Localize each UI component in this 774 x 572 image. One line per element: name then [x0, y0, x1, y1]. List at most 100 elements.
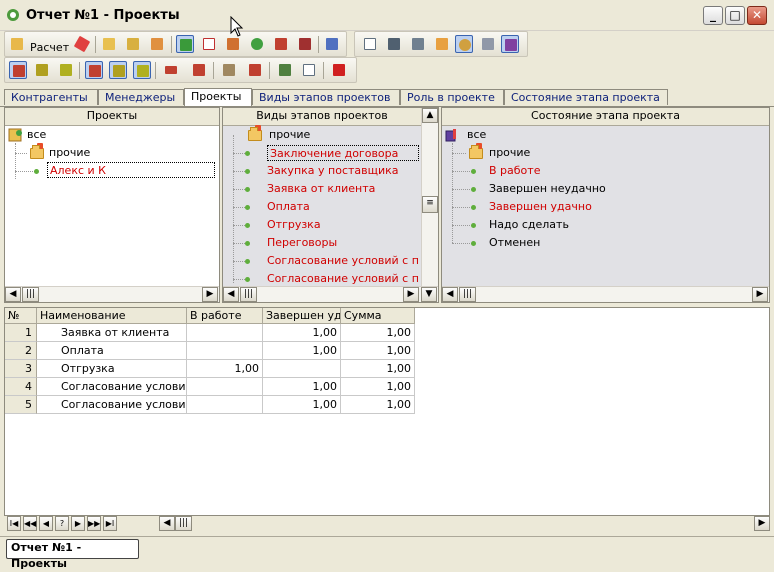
scroll-thumb[interactable]: |||: [22, 287, 39, 302]
done-cell[interactable]: [263, 360, 341, 378]
pie-chart-button[interactable]: [248, 35, 266, 53]
scroll-left-icon[interactable]: ◀: [442, 287, 458, 302]
line-chart-button[interactable]: [200, 35, 218, 53]
grid-mode-3-button[interactable]: [57, 61, 75, 79]
in-work-cell[interactable]: 1,00: [187, 360, 263, 378]
done-cell[interactable]: 1,00: [263, 324, 341, 342]
prev-record-button[interactable]: ◀: [39, 516, 53, 531]
refresh-button[interactable]: [409, 35, 427, 53]
sum-cell[interactable]: 1,00: [341, 378, 415, 396]
scroll-thumb[interactable]: |||: [175, 516, 192, 531]
filter-button[interactable]: [501, 35, 519, 53]
name-cell[interactable]: Согласование условий с: [37, 378, 187, 396]
in-work-cell[interactable]: [187, 378, 263, 396]
scroll-up-icon[interactable]: ▲: [422, 108, 438, 123]
in-work-cell[interactable]: [187, 342, 263, 360]
name-cell[interactable]: Заявка от клиента: [37, 324, 187, 342]
stacked-chart-button[interactable]: [296, 35, 314, 53]
scroll-down-icon[interactable]: ▼: [421, 287, 437, 302]
stage-state-item[interactable]: Отменен: [489, 235, 540, 251]
row-number-cell[interactable]: 4: [5, 378, 37, 396]
done-cell[interactable]: 1,00: [263, 378, 341, 396]
column-chart-button[interactable]: [272, 35, 290, 53]
stage-type-item[interactable]: Согласование условий с пост: [267, 271, 419, 287]
stage-types-hscrollbar[interactable]: ◀ ||| ▶ ▼: [223, 286, 438, 302]
next-record-button[interactable]: ▶: [71, 516, 85, 531]
row-number-cell[interactable]: 3: [5, 360, 37, 378]
rows-mode-2-button[interactable]: [109, 61, 127, 79]
scroll-thumb[interactable]: |||: [459, 287, 476, 302]
stage-type-item[interactable]: Отгрузка: [267, 217, 321, 233]
sum-cell[interactable]: 1,00: [341, 324, 415, 342]
notes-button[interactable]: [433, 35, 451, 53]
taskbar-window-button[interactable]: Отчет №1 - Проекты: [6, 539, 139, 570]
percent-button[interactable]: [323, 35, 341, 53]
tab-stage-state[interactable]: Состояние этапа проекта: [504, 89, 668, 105]
scroll-right-icon[interactable]: ▶: [202, 287, 218, 302]
stage-type-item[interactable]: Закупка у поставщика: [267, 163, 399, 179]
close-button[interactable]: ✕: [747, 6, 767, 25]
sum-cell[interactable]: 1,00: [341, 396, 415, 414]
stage-state-item[interactable]: Завершен удачно: [489, 199, 592, 215]
grid-mode-1-button[interactable]: [9, 61, 27, 79]
help-button[interactable]: ?: [55, 516, 69, 531]
stage-type-item[interactable]: Согласование условий с поку: [267, 253, 419, 269]
edit-button[interactable]: [124, 35, 142, 53]
row-number-cell[interactable]: 5: [5, 396, 37, 414]
scroll-thumb[interactable]: ≡: [422, 196, 438, 213]
grid-mode-2-button[interactable]: [33, 61, 51, 79]
export-button[interactable]: [361, 35, 379, 53]
tree-item-selected[interactable]: Алекс и К: [47, 162, 215, 178]
collapse-button[interactable]: [162, 61, 180, 79]
window-button[interactable]: [479, 35, 497, 53]
first-record-button[interactable]: I◀: [7, 516, 21, 531]
scroll-right-icon[interactable]: ▶: [403, 287, 419, 302]
table-view-button[interactable]: [176, 35, 194, 53]
stage-state-hscrollbar[interactable]: ◀ ||| ▶: [442, 286, 769, 302]
done-cell[interactable]: 1,00: [263, 396, 341, 414]
prev-page-button[interactable]: ◀◀: [23, 516, 37, 531]
stage-type-item[interactable]: Заявка от клиента: [267, 181, 375, 197]
tab-stage-types[interactable]: Виды этапов проектов: [252, 89, 400, 105]
name-cell[interactable]: Отгрузка: [37, 360, 187, 378]
add-row-button[interactable]: [246, 61, 264, 79]
stage-state-item[interactable]: В работе: [489, 163, 540, 179]
next-page-button[interactable]: ▶▶: [87, 516, 101, 531]
import-button[interactable]: [385, 35, 403, 53]
name-cell[interactable]: Согласование условий с: [37, 396, 187, 414]
stage-types-vscrollbar[interactable]: ▲ ≡: [421, 108, 438, 286]
settings-button[interactable]: [455, 35, 473, 53]
flag-button[interactable]: [330, 61, 348, 79]
last-record-button[interactable]: ▶I: [103, 516, 117, 531]
in-work-cell[interactable]: [187, 396, 263, 414]
scroll-thumb[interactable]: |||: [240, 287, 257, 302]
sum-cell[interactable]: 1,00: [341, 360, 415, 378]
add-button[interactable]: [100, 35, 118, 53]
maximize-button[interactable]: □: [725, 6, 745, 25]
scroll-left-icon[interactable]: ◀: [159, 516, 175, 531]
tree-folder-other[interactable]: прочие: [489, 145, 530, 161]
column-header-number[interactable]: №: [5, 308, 37, 324]
minimize-button[interactable]: _: [703, 6, 723, 25]
column-header-sum[interactable]: Сумма: [341, 308, 415, 324]
column-header-in-work[interactable]: В работе: [187, 308, 263, 324]
expand-button[interactable]: [190, 61, 208, 79]
tab-project-role[interactable]: Роль в проекте: [400, 89, 504, 105]
scroll-left-icon[interactable]: ◀: [5, 287, 21, 302]
rows-mode-3-button[interactable]: [133, 61, 151, 79]
scroll-right-icon[interactable]: ▶: [754, 516, 770, 531]
stamp-button[interactable]: [276, 61, 294, 79]
stage-type-item[interactable]: Переговоры: [267, 235, 337, 251]
delete-button[interactable]: [148, 35, 166, 53]
eraser-button[interactable]: [73, 35, 91, 53]
in-work-cell[interactable]: [187, 324, 263, 342]
stage-state-item[interactable]: Надо сделать: [489, 217, 569, 233]
row-number-cell[interactable]: 2: [5, 342, 37, 360]
tree-folder-other[interactable]: прочие: [269, 127, 310, 143]
tab-projects[interactable]: Проекты: [184, 88, 252, 106]
stage-state-item[interactable]: Завершен неудачно: [489, 181, 606, 197]
row-number-cell[interactable]: 1: [5, 324, 37, 342]
scroll-left-icon[interactable]: ◀: [223, 287, 239, 302]
chart-edit-button[interactable]: [300, 61, 318, 79]
tree-root-all[interactable]: все: [467, 127, 486, 143]
